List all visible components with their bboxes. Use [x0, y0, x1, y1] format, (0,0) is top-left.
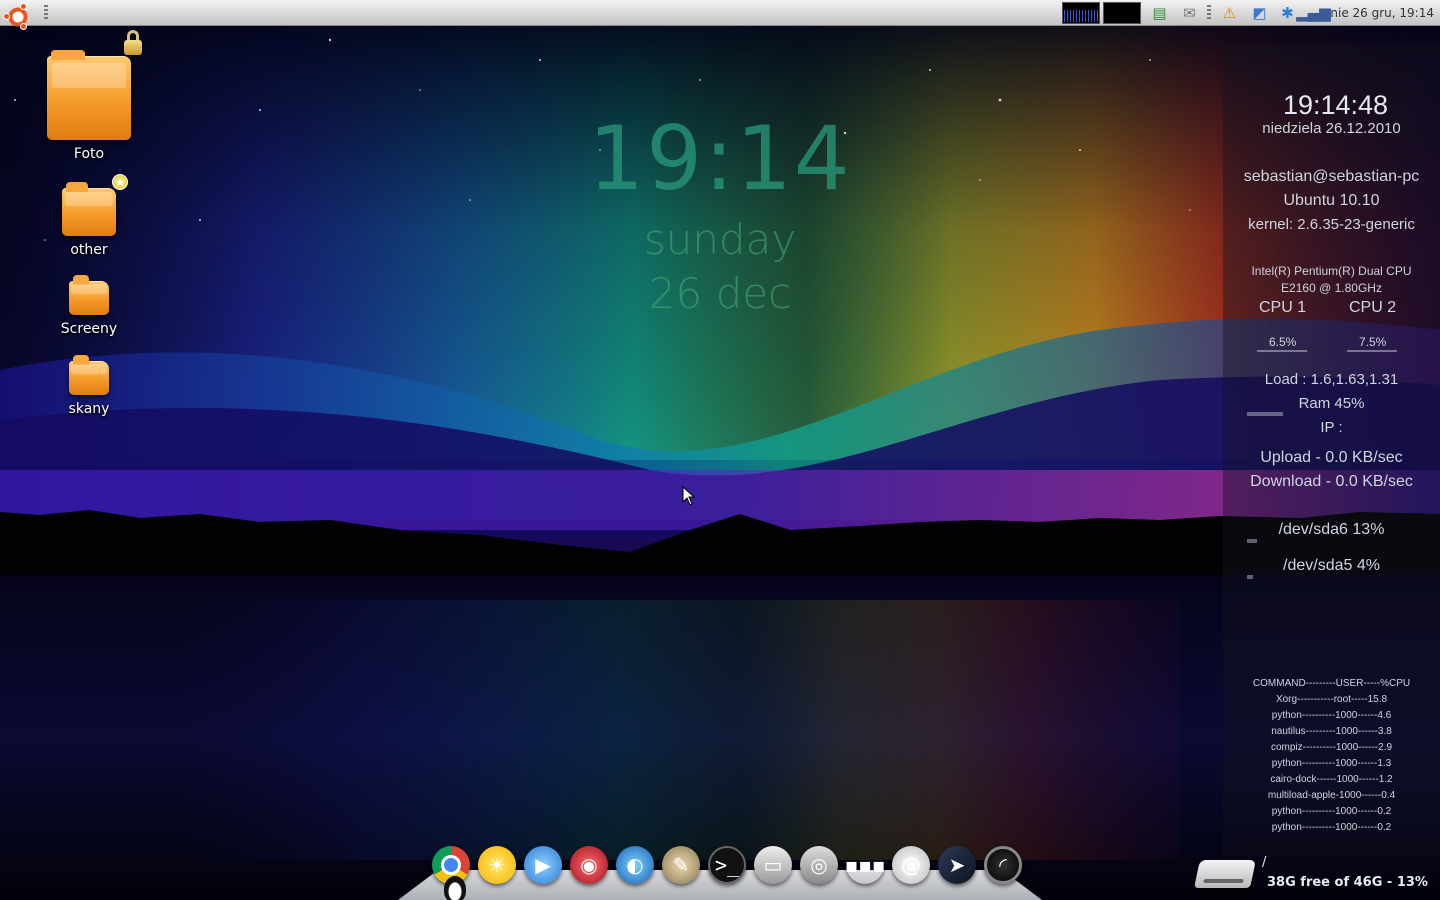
- folder-icon: [47, 30, 142, 140]
- star-icon: ★: [112, 174, 128, 190]
- system-tray: ▤ ✉ ⚠ ◩ ✱ ▂▄▆ nie 26 gru, 19:14: [1062, 0, 1440, 26]
- mail-icon[interactable]: ✉: [1178, 2, 1200, 24]
- cursor-app-icon: ➤: [938, 846, 976, 884]
- dock-gimp[interactable]: ✎: [660, 842, 702, 888]
- chat-icon: ▶: [524, 846, 562, 884]
- conky-upload: Upload - 0.0 KB/sec: [1260, 449, 1403, 466]
- penguin-icon: [444, 876, 466, 900]
- gimp-icon: ✎: [662, 846, 700, 884]
- conky-load: Load : 1.6,1.63,1.31: [1264, 371, 1399, 388]
- cairo-dock: ☀ ▶ ◉ ◐ ✎ >_ ▭ ◎ ▪▪▪ @ ➤ ◜: [430, 838, 1024, 888]
- conky-ip: IP :: [1320, 419, 1343, 436]
- ubuntu-menu-icon[interactable]: [3, 2, 33, 32]
- desktop-icon-label: skany: [68, 401, 110, 417]
- desktop-folder-skany[interactable]: skany: [34, 355, 144, 417]
- tray-grip-icon[interactable]: [1207, 5, 1212, 21]
- dock-email[interactable]: @: [890, 842, 932, 888]
- folder-icon: ★: [62, 174, 128, 236]
- dock-fish-browser[interactable]: ◐: [614, 842, 656, 888]
- conky-cpu2-value: 7.5%: [1359, 335, 1387, 349]
- email-icon: @: [892, 846, 930, 884]
- update-notifier-icon[interactable]: ◩: [1248, 2, 1270, 24]
- conky-download: Download - 0.0 KB/sec: [1250, 473, 1413, 490]
- process-row: Xorg-----------root-----15.8: [1275, 694, 1388, 705]
- conky-cpu1-value: 6.5%: [1269, 335, 1297, 349]
- desktop-clock-widget: 19:14 sunday 26 dec: [560, 115, 880, 315]
- lock-icon: [123, 30, 143, 56]
- conky-cpu1-bar: [1257, 350, 1307, 352]
- network-graph[interactable]: [1103, 2, 1142, 24]
- process-row: nautilus---------1000------3.8: [1271, 726, 1392, 737]
- dock-cursor-app[interactable]: ➤: [936, 842, 978, 888]
- process-row: python----------1000------0.2: [1271, 806, 1392, 817]
- dock-chat[interactable]: ▶: [522, 842, 564, 888]
- top-panel: ▤ ✉ ⚠ ◩ ✱ ▂▄▆ nie 26 gru, 19:14: [0, 0, 1440, 32]
- clock-time: 19:14: [588, 107, 852, 210]
- conky-cpu2-label: CPU 2: [1349, 299, 1397, 316]
- desktop-folder-screeny[interactable]: Screeny: [34, 275, 144, 337]
- desktop-icon-label: Screeny: [60, 321, 118, 337]
- mouse-cursor-icon: [682, 486, 696, 506]
- process-row: compiz----------1000------2.9: [1270, 742, 1393, 753]
- panel-clock[interactable]: nie 26 gru, 19:14: [1326, 6, 1440, 20]
- conky-cpu1-label: CPU 1: [1259, 299, 1307, 316]
- red-app-icon: ◉: [570, 846, 608, 884]
- process-row: cairo-dock------1000------1.2: [1270, 774, 1393, 785]
- signal-icon[interactable]: ▂▄▆: [1296, 2, 1331, 24]
- dock-camera[interactable]: ◎: [798, 842, 840, 888]
- scanner-icon: ▭: [754, 846, 792, 884]
- conky-time: 19:14:48: [1282, 90, 1389, 120]
- dock-grid[interactable]: ▪▪▪: [844, 842, 886, 888]
- hard-drive-icon[interactable]: [1194, 860, 1256, 888]
- desktop-folder-foto[interactable]: Foto: [34, 30, 144, 162]
- dock-red-app[interactable]: ◉: [568, 842, 610, 888]
- conky-ram: Ram 45%: [1298, 395, 1365, 412]
- conky-user: sebastian@sebastian-pc: [1243, 168, 1420, 185]
- process-row: python----------1000------0.2: [1271, 822, 1392, 833]
- conky-sda5: /dev/sda5 4%: [1283, 557, 1380, 574]
- conky-date: niedziela 26.12.2010: [1262, 120, 1401, 137]
- folder-icon: [69, 355, 109, 395]
- warning-icon[interactable]: ⚠: [1218, 2, 1240, 24]
- sun-weather-icon: ☀: [478, 846, 516, 884]
- system-monitor-graph[interactable]: [1062, 2, 1101, 24]
- dock-scanner[interactable]: ▭: [752, 842, 794, 888]
- panel-grip-icon[interactable]: [44, 5, 48, 21]
- dock-speedometer[interactable]: ◜: [982, 842, 1024, 888]
- grid-icon: ▪▪▪: [845, 846, 886, 884]
- desktop-icon-label: other: [70, 242, 108, 258]
- conky-system-monitor: 19:14:48 niedziela 26.12.2010 sebastian@…: [1223, 44, 1440, 856]
- conky-process-list: COMMAND---------USER-----%CPU Xorg------…: [1223, 676, 1440, 836]
- dock-weather[interactable]: ☀: [476, 842, 518, 888]
- conky-sda6-bar: [1247, 539, 1257, 543]
- process-row: COMMAND---------USER-----%CPU: [1252, 678, 1411, 689]
- clock-day: sunday: [643, 215, 797, 264]
- process-row: multiload-apple-1000------0.4: [1267, 790, 1396, 801]
- fish-browser-icon: ◐: [616, 846, 654, 884]
- dock-terminal[interactable]: >_: [706, 842, 748, 888]
- conky-cpu-model: Intel(R) Pentium(R) Dual CPU E2160 @ 1.8…: [1251, 264, 1412, 295]
- conky-cpu2-bar: [1347, 350, 1397, 352]
- clock-date: 26 dec: [648, 269, 792, 318]
- conky-os: Ubuntu 10.10: [1283, 192, 1380, 209]
- terminal-icon: >_: [708, 846, 746, 884]
- process-row: python----------1000------1.3: [1271, 758, 1392, 769]
- conky-sda6: /dev/sda6 13%: [1278, 521, 1385, 538]
- drive-free-space: 38G free of 46G - 13%: [1267, 875, 1428, 890]
- process-row: python----------1000------4.6: [1271, 710, 1392, 721]
- folder-icon: [69, 275, 109, 315]
- conky-sda5-bar: [1247, 575, 1253, 579]
- conky-kernel: kernel: 2.6.35-23-generic: [1248, 216, 1415, 233]
- camera-icon: ◎: [800, 846, 838, 884]
- notes-icon[interactable]: ▤: [1148, 2, 1170, 24]
- desktop-folder-other[interactable]: ★ other: [34, 174, 144, 258]
- conky-ram-bar: [1247, 412, 1283, 416]
- speedometer-icon: ◜: [984, 846, 1022, 884]
- drive-path: /: [1262, 855, 1267, 870]
- desktop-icon-label: Foto: [73, 146, 105, 162]
